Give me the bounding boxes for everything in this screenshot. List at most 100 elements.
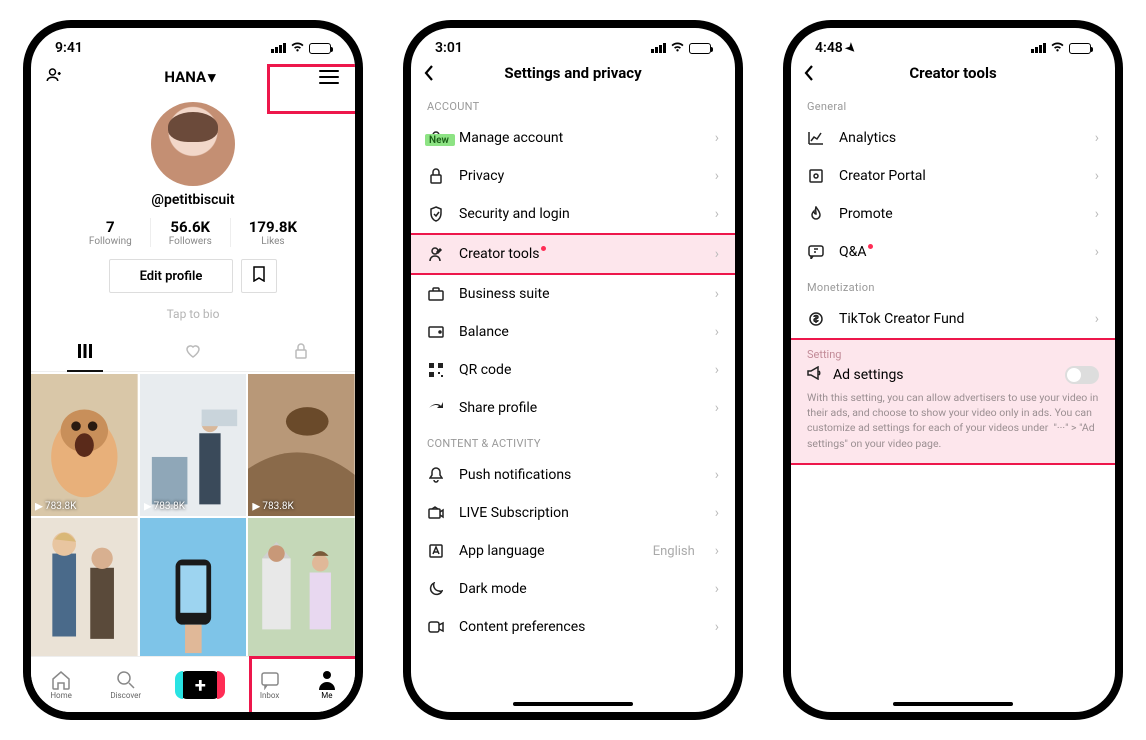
page-header: Creator tools [791, 60, 1115, 90]
tab-me[interactable]: Me [318, 670, 336, 700]
megaphone-icon [807, 365, 823, 384]
portal-icon [807, 169, 825, 183]
chevron-right-icon: › [715, 168, 719, 184]
view-count: 783.8K [45, 501, 76, 512]
ad-settings-toggle[interactable] [1065, 366, 1099, 384]
row-push-notifications[interactable]: Push notifications› [411, 456, 735, 494]
status-bar: 3:01 [411, 28, 735, 60]
row-live-subscription[interactable]: LIVE Subscription› [411, 494, 735, 532]
chevron-right-icon: › [715, 467, 719, 483]
phone-profile: 9:41 HANA▾ @petitbiscuit 7Following 56.6… [23, 20, 363, 720]
chevron-right-icon: › [1095, 168, 1099, 184]
phone-settings: New 3:01 Settings and privacy ACCOUNT Ma… [403, 20, 743, 720]
row-qa[interactable]: Q&A› [791, 233, 1115, 271]
signal-icon [651, 43, 666, 53]
stat-following[interactable]: 7Following [71, 218, 151, 247]
profile-name-dropdown[interactable]: HANA▾ [164, 68, 215, 86]
tab-liked[interactable] [139, 335, 247, 371]
chevron-down-icon: ▾ [208, 68, 216, 86]
video-grid: 783.8K 783.8K 783.8K [31, 374, 355, 660]
row-creator-fund[interactable]: TikTok Creator Fund› [791, 300, 1115, 338]
view-count: 783.8K [262, 501, 293, 512]
analytics-icon [807, 131, 825, 145]
profile-header: HANA▾ [31, 60, 355, 96]
row-share-profile[interactable]: Share profile› [411, 389, 735, 427]
row-dark-mode[interactable]: Dark mode› [411, 570, 735, 608]
wifi-icon [1050, 40, 1065, 56]
video-icon [427, 621, 445, 633]
shield-icon [427, 206, 445, 222]
chevron-right-icon: › [715, 505, 719, 521]
status-time: 4:48 ➤ [815, 40, 856, 56]
video-thumb[interactable]: 783.8K [31, 374, 138, 516]
tab-grid[interactable] [31, 335, 139, 371]
video-thumb[interactable] [248, 518, 355, 660]
chevron-right-icon: › [715, 130, 719, 146]
chevron-right-icon: › [1095, 244, 1099, 260]
location-icon: ➤ [843, 39, 860, 56]
new-badge: New [425, 134, 455, 146]
handle: @petitbiscuit [31, 192, 355, 208]
signal-icon [271, 43, 286, 53]
section-setting: Setting [807, 348, 1099, 365]
row-privacy[interactable]: Privacy› [411, 157, 735, 195]
section-account: ACCOUNT [411, 90, 735, 119]
status-bar: 9:41 [31, 28, 355, 60]
avatar[interactable] [151, 102, 235, 186]
row-creator-tools[interactable]: Creator tools› [411, 233, 735, 275]
row-app-language[interactable]: App languageEnglish› [411, 532, 735, 570]
edit-profile-button[interactable]: Edit profile [109, 259, 234, 293]
section-general: General [791, 90, 1115, 119]
moon-icon [427, 582, 445, 596]
section-monetization: Monetization [791, 271, 1115, 300]
page-title: Settings and privacy [423, 64, 723, 82]
video-thumb[interactable] [140, 518, 247, 660]
tab-inbox[interactable]: Inbox [260, 670, 280, 700]
ad-settings-label: Ad settings [833, 367, 1055, 383]
tab-home[interactable]: Home [50, 670, 72, 700]
status-time: 3:01 [435, 40, 463, 56]
row-creator-portal[interactable]: Creator Portal› [791, 157, 1115, 195]
video-thumb[interactable]: 783.8K [140, 374, 247, 516]
row-analytics[interactable]: Analytics› [791, 119, 1115, 157]
row-qr-code[interactable]: QR code› [411, 351, 735, 389]
add-friend-icon[interactable] [45, 66, 63, 88]
tab-create[interactable]: + [179, 671, 221, 699]
dollar-icon [807, 312, 825, 326]
section-content: CONTENT & ACTIVITY [411, 427, 735, 456]
home-indicator [893, 702, 1013, 706]
chevron-right-icon: › [1095, 311, 1099, 327]
stats-row: 7Following 56.6KFollowers 179.8KLikes [31, 218, 355, 247]
tab-discover[interactable]: Discover [110, 670, 141, 700]
phone-creator-tools: 4:48 ➤ Creator tools General Analytics› … [783, 20, 1123, 720]
plus-icon: + [179, 671, 221, 699]
notification-dot [868, 244, 873, 249]
row-content-preferences[interactable]: Content preferences› [411, 608, 735, 646]
row-promote[interactable]: Promote› [791, 195, 1115, 233]
row-balance[interactable]: Balance› [411, 313, 735, 351]
language-value: English [653, 544, 695, 559]
profile-name: HANA [164, 68, 206, 86]
stat-followers[interactable]: 56.6KFollowers [151, 218, 231, 247]
battery-icon [309, 43, 331, 54]
tab-private[interactable] [247, 335, 355, 371]
play-icon [252, 503, 260, 511]
row-business-suite[interactable]: Business suite› [411, 275, 735, 313]
status-time: 9:41 [55, 40, 83, 56]
menu-button[interactable] [317, 64, 341, 90]
chevron-right-icon: › [715, 581, 719, 597]
video-thumb[interactable]: 783.8K [248, 374, 355, 516]
language-icon [427, 544, 445, 558]
bookmark-button[interactable] [241, 259, 277, 293]
stat-likes[interactable]: 179.8KLikes [231, 218, 315, 247]
video-thumb[interactable] [31, 518, 138, 660]
tap-to-bio[interactable]: Tap to bio [31, 307, 355, 321]
chevron-right-icon: › [715, 543, 719, 559]
home-indicator [513, 702, 633, 706]
row-manage-account[interactable]: Manage account› [411, 119, 735, 157]
chevron-right-icon: › [1095, 130, 1099, 146]
share-icon [427, 401, 445, 415]
row-security[interactable]: Security and login› [411, 195, 735, 233]
wifi-icon [670, 40, 685, 56]
chevron-right-icon: › [715, 324, 719, 340]
